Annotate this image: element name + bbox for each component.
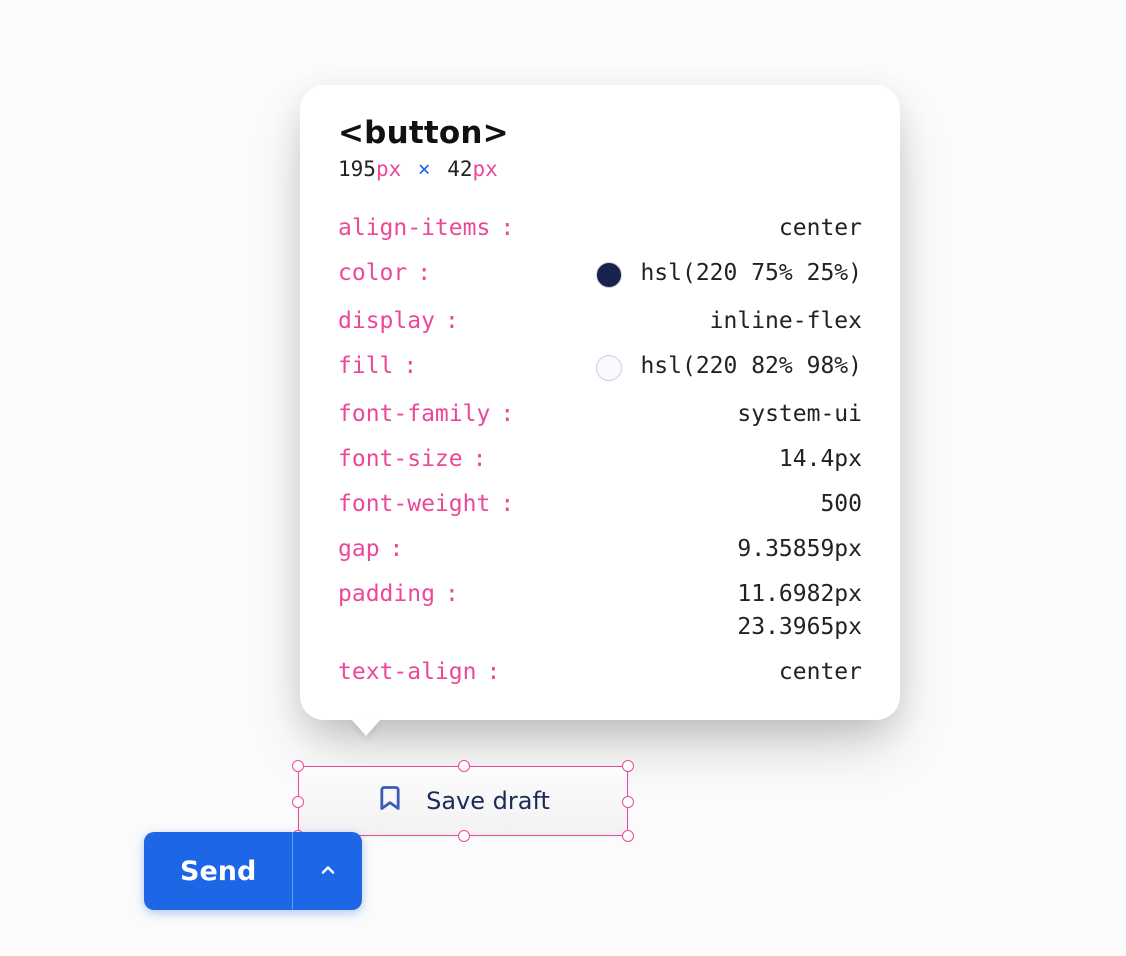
css-property-value: hsl(220 82% 98%) (640, 355, 862, 378)
css-property-value: 14.4px (779, 448, 862, 471)
send-split-button: Send (144, 832, 362, 910)
css-property-row: color: hsl(220 75% 25%) (338, 262, 862, 288)
css-properties-list: align-items: center color: hsl(220 75% 25%)… (338, 217, 862, 684)
colon: : (445, 310, 459, 333)
resize-handle[interactable] (458, 830, 470, 842)
colon: : (500, 217, 514, 240)
css-property-value: center (779, 661, 862, 684)
css-property-name: align-items (338, 217, 490, 240)
resize-handle[interactable] (292, 760, 304, 772)
css-property-value: hsl(220 75% 25%) (640, 262, 862, 285)
css-property-row: font-weight: 500 (338, 493, 862, 516)
css-property-name: color (338, 262, 407, 285)
css-property-row: fill: hsl(220 82% 98%) (338, 355, 862, 381)
css-property-name: display (338, 310, 435, 333)
inspected-element-tag: <button> (338, 115, 862, 151)
colon: : (500, 493, 514, 516)
css-property-name: fill (338, 355, 393, 378)
css-property-row: text-align: center (338, 661, 862, 684)
colon: : (403, 355, 417, 378)
dimension-height: 42 (447, 157, 472, 181)
resize-handle[interactable] (458, 760, 470, 772)
resize-handle[interactable] (622, 760, 634, 772)
colon: : (500, 403, 514, 426)
css-property-row: gap: 9.35859px (338, 538, 862, 561)
css-property-row: font-family: system-ui (338, 403, 862, 426)
css-property-name: gap (338, 538, 380, 561)
colon: : (473, 448, 487, 471)
css-property-value: 500 (820, 493, 862, 516)
color-swatch (596, 355, 622, 381)
css-property-row: display: inline-flex (338, 310, 862, 333)
selected-element-frame[interactable]: Save draft (298, 766, 628, 836)
colon: : (486, 661, 500, 684)
save-draft-button[interactable]: Save draft (298, 766, 628, 836)
css-property-row: align-items: center (338, 217, 862, 240)
css-property-value-line2: 23.3965px (338, 616, 862, 639)
css-property-row: padding: 11.6982px (338, 583, 862, 606)
resize-handle[interactable] (622, 830, 634, 842)
send-button[interactable]: Send (144, 832, 292, 910)
send-menu-toggle[interactable] (292, 832, 362, 910)
inspected-element-dimensions: 195px × 42px (338, 157, 862, 181)
send-label: Send (180, 856, 256, 887)
css-property-value: 11.6982px (737, 583, 862, 606)
dimension-width: 195 (338, 157, 376, 181)
colon: : (390, 538, 404, 561)
css-property-value: 9.35859px (737, 538, 862, 561)
unit-px: px (473, 157, 498, 181)
colon: : (445, 583, 459, 606)
chevron-up-icon (318, 860, 338, 883)
save-draft-label: Save draft (426, 787, 550, 815)
css-property-name: font-weight (338, 493, 490, 516)
css-property-value: system-ui (737, 403, 862, 426)
colon: : (417, 262, 431, 285)
resize-handle[interactable] (622, 796, 634, 808)
bookmark-icon (376, 784, 404, 818)
resize-handle[interactable] (292, 796, 304, 808)
css-property-row: font-size: 14.4px (338, 448, 862, 471)
dimension-separator: × (414, 157, 435, 181)
css-property-value: inline-flex (710, 310, 862, 333)
css-property-name: font-family (338, 403, 490, 426)
css-property-name: padding (338, 583, 435, 606)
unit-px: px (376, 157, 401, 181)
color-swatch (596, 262, 622, 288)
css-property-name: text-align (338, 661, 476, 684)
inspector-tooltip: <button> 195px × 42px align-items:center… (300, 85, 900, 720)
css-property-value: center (779, 217, 862, 240)
css-property-name: font-size (338, 448, 463, 471)
